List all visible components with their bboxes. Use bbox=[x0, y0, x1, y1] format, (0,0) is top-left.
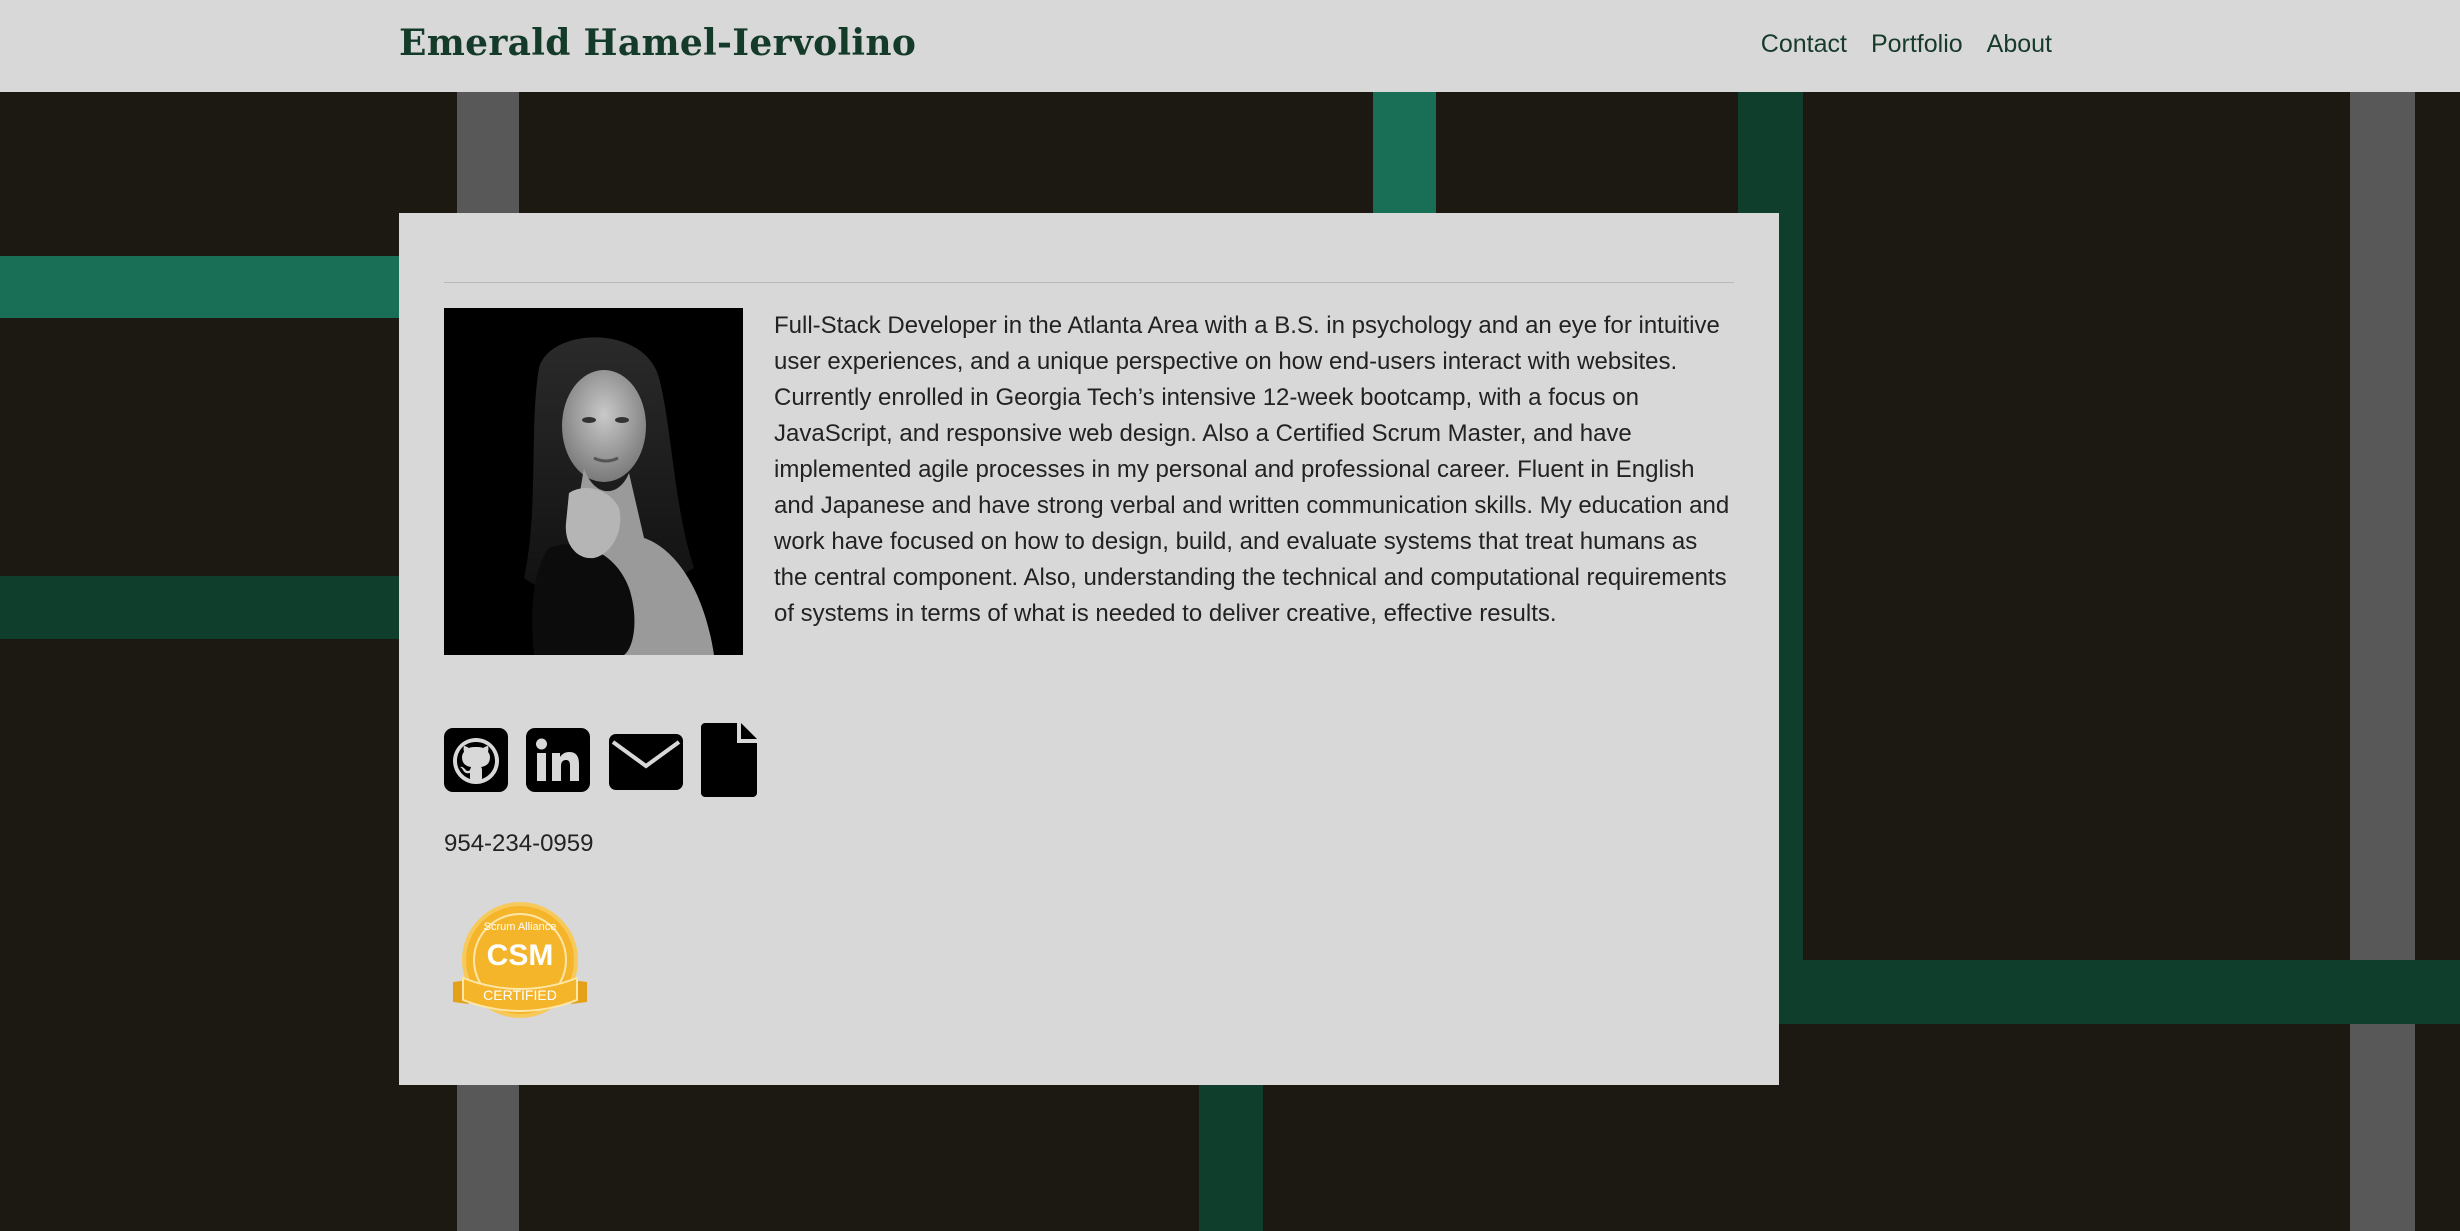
site-brand[interactable]: Emerald Hamel-Iervolino bbox=[399, 22, 916, 64]
resume-file-icon[interactable] bbox=[701, 723, 757, 802]
divider bbox=[444, 282, 1734, 283]
nav-about[interactable]: About bbox=[1987, 30, 2052, 59]
bg-stripe-darkgreen-vertical-bottom bbox=[1199, 1080, 1263, 1231]
nav-portfolio[interactable]: Portfolio bbox=[1871, 30, 1963, 59]
profile-photo bbox=[444, 308, 743, 655]
about-card: Full-Stack Developer in the Atlanta Area… bbox=[399, 213, 1779, 1085]
email-icon[interactable] bbox=[609, 734, 683, 795]
badge-arc-text: Scrum Alliance bbox=[484, 921, 557, 933]
github-icon[interactable] bbox=[444, 728, 508, 797]
badge-ribbon-text: CERTIFIED bbox=[483, 987, 557, 1003]
bg-stripe-gray-right bbox=[2350, 0, 2415, 1231]
main-nav: Contact Portfolio About bbox=[1761, 30, 2052, 59]
site-header: Emerald Hamel-Iervolino Contact Portfoli… bbox=[0, 0, 2460, 92]
bg-stripe-darkgreen-horizontal bbox=[0, 576, 420, 639]
bg-stripe-green-horizontal bbox=[0, 256, 420, 318]
csm-certified-badge: CSM CERTIFIED Scrum Alliance bbox=[449, 900, 591, 1028]
linkedin-icon[interactable] bbox=[526, 728, 590, 797]
bg-stripe-darkgreen-horizontal-right bbox=[1738, 960, 2460, 1024]
badge-main-text: CSM bbox=[487, 939, 554, 972]
phone-number: 954-234-0959 bbox=[444, 830, 594, 857]
bio-text: Full-Stack Developer in the Atlanta Area… bbox=[774, 312, 1730, 627]
nav-contact[interactable]: Contact bbox=[1761, 30, 1847, 59]
